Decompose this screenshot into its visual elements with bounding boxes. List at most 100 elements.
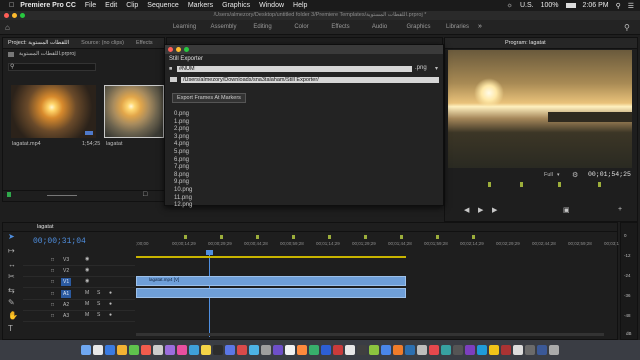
step-back-icon[interactable]: ◀ bbox=[464, 206, 469, 214]
dock-app-icon[interactable] bbox=[381, 345, 391, 355]
dock-app-icon[interactable] bbox=[297, 345, 307, 355]
folder-icon[interactable] bbox=[170, 77, 177, 82]
mute-button[interactable]: M bbox=[85, 312, 89, 318]
dock-app-icon[interactable] bbox=[501, 345, 511, 355]
lock-track-icon[interactable]: □ bbox=[51, 302, 54, 308]
new-item-icon[interactable]: □ bbox=[143, 191, 147, 198]
marker-icon[interactable] bbox=[598, 182, 601, 187]
timeline-marker-icon[interactable] bbox=[220, 235, 223, 239]
menu-edit[interactable]: Edit bbox=[105, 2, 117, 9]
mute-button[interactable]: M bbox=[85, 301, 89, 307]
clock[interactable]: 2:06 PM bbox=[583, 2, 609, 9]
menu-clip[interactable]: Clip bbox=[126, 2, 138, 9]
dock-app-icon[interactable] bbox=[465, 345, 475, 355]
mute-button[interactable]: M bbox=[85, 290, 89, 296]
zoom-button[interactable] bbox=[20, 13, 25, 18]
dialog-minimize-button[interactable] bbox=[176, 47, 181, 52]
dock-app-icon[interactable] bbox=[393, 345, 403, 355]
menu-app-name[interactable]: Premiere Pro CC bbox=[20, 2, 76, 9]
dock-app-icon[interactable] bbox=[81, 345, 91, 355]
track-label[interactable]: A1 bbox=[61, 290, 72, 298]
menu-file[interactable]: File bbox=[85, 2, 96, 9]
format-select[interactable]: .png bbox=[415, 65, 427, 71]
timeline-marker-icon[interactable] bbox=[292, 235, 295, 239]
dock-app-icon[interactable] bbox=[513, 345, 523, 355]
dock-app-icon[interactable] bbox=[153, 345, 163, 355]
menu-markers[interactable]: Markers bbox=[188, 2, 213, 9]
lock-track-icon[interactable]: □ bbox=[51, 313, 54, 319]
track-header-v2[interactable]: □ V2 ◉ bbox=[23, 266, 135, 277]
lock-icon[interactable] bbox=[7, 192, 11, 197]
lock-track-icon[interactable]: □ bbox=[51, 279, 54, 285]
timeline-marker-icon[interactable] bbox=[328, 235, 331, 239]
track-header-a3[interactable]: □ A3 M S ● bbox=[23, 311, 135, 322]
dock-app-icon[interactable] bbox=[309, 345, 319, 355]
search-field[interactable] bbox=[8, 63, 96, 71]
slip-tool-icon[interactable]: ⇆ bbox=[8, 286, 15, 295]
track-label[interactable]: V3 bbox=[61, 256, 71, 264]
timeline-marker-icon[interactable] bbox=[256, 235, 259, 239]
track-header-a1[interactable]: □ A1 M S ● bbox=[23, 289, 135, 300]
menu-help[interactable]: Help bbox=[293, 2, 307, 9]
tab-effects[interactable]: Effects bbox=[136, 40, 153, 46]
ripple-edit-tool-icon[interactable]: ↔ bbox=[8, 260, 16, 269]
tab-source[interactable]: Source: (no clips) bbox=[81, 40, 124, 46]
dock-app-icon[interactable] bbox=[165, 345, 175, 355]
solo-button[interactable]: S bbox=[97, 312, 100, 318]
timeline-marker-icon[interactable] bbox=[436, 235, 439, 239]
format-chevron-icon[interactable]: ▾ bbox=[435, 65, 438, 72]
zoom-slider[interactable] bbox=[47, 195, 77, 196]
dock-app-icon[interactable] bbox=[201, 345, 211, 355]
audio-clip[interactable] bbox=[136, 288, 406, 298]
tab-project[interactable]: Project: اللقطات المستوية bbox=[8, 40, 69, 46]
track-header-a2[interactable]: □ A2 M S ● bbox=[23, 300, 135, 311]
dock-app-icon[interactable] bbox=[225, 345, 235, 355]
sequence-tab[interactable]: lagatat bbox=[37, 224, 54, 230]
camera-icon[interactable]: ▣ bbox=[563, 206, 570, 214]
selection-tool-icon[interactable]: ➤ bbox=[8, 232, 15, 241]
dock-app-icon[interactable] bbox=[321, 345, 331, 355]
workspaces-overflow-icon[interactable]: » bbox=[478, 23, 482, 30]
dock-app-icon[interactable] bbox=[93, 345, 103, 355]
tab-program[interactable]: Program: lagatat bbox=[505, 40, 546, 46]
battery-icon[interactable] bbox=[565, 3, 576, 8]
dock-app-icon[interactable] bbox=[177, 345, 187, 355]
workspace-audio[interactable]: Audio bbox=[360, 20, 399, 35]
dock-app-icon[interactable] bbox=[141, 345, 151, 355]
dock-app-icon[interactable] bbox=[117, 345, 127, 355]
dock-app-icon[interactable] bbox=[105, 345, 115, 355]
dialog-close-button[interactable] bbox=[168, 47, 173, 52]
track-select-tool-icon[interactable]: ↦ bbox=[8, 246, 15, 255]
spotlight-icon[interactable]: ⚲ bbox=[616, 2, 621, 10]
eye-icon[interactable]: ◉ bbox=[85, 267, 89, 273]
search-icon[interactable]: ⚲ bbox=[624, 23, 630, 32]
dock-app-icon[interactable] bbox=[261, 345, 271, 355]
dock-app-icon[interactable] bbox=[405, 345, 415, 355]
fit-dropdown-chevron-icon[interactable]: ▾ bbox=[557, 172, 560, 178]
microphone-icon[interactable]: ● bbox=[109, 290, 112, 296]
hand-tool-icon[interactable]: ✋ bbox=[8, 311, 18, 320]
work-area-bar[interactable] bbox=[136, 256, 406, 258]
track-header-v1[interactable]: □ V1 ◉ bbox=[23, 277, 135, 288]
razor-tool-icon[interactable]: ✂ bbox=[8, 272, 15, 281]
notification-icon[interactable]: ☰ bbox=[628, 2, 634, 10]
program-timecode[interactable]: 00;01;54;25 bbox=[588, 171, 631, 178]
menu-sequence[interactable]: Sequence bbox=[147, 2, 179, 9]
eye-icon[interactable]: ◉ bbox=[85, 256, 89, 262]
track-label[interactable]: A3 bbox=[61, 312, 71, 320]
timeline-marker-icon[interactable] bbox=[364, 235, 367, 239]
dock-app-icon[interactable] bbox=[129, 345, 139, 355]
dock-app-icon[interactable] bbox=[417, 345, 427, 355]
video-clip[interactable]: lagatat.mp4 [V] bbox=[136, 276, 406, 286]
menu-graphics[interactable]: Graphics bbox=[222, 2, 250, 9]
home-icon[interactable]: ⌂ bbox=[5, 23, 10, 32]
solo-button[interactable]: S bbox=[97, 301, 100, 307]
solo-button[interactable]: S bbox=[97, 290, 100, 296]
lock-track-icon[interactable]: □ bbox=[51, 268, 54, 274]
pen-tool-icon[interactable]: ✎ bbox=[8, 298, 15, 307]
dock-app-icon[interactable] bbox=[345, 345, 355, 355]
playhead-handle-icon[interactable] bbox=[206, 250, 213, 255]
play-button[interactable]: ▶ bbox=[478, 206, 483, 214]
dock-app-icon[interactable] bbox=[213, 345, 223, 355]
dock-app-icon[interactable] bbox=[441, 345, 451, 355]
